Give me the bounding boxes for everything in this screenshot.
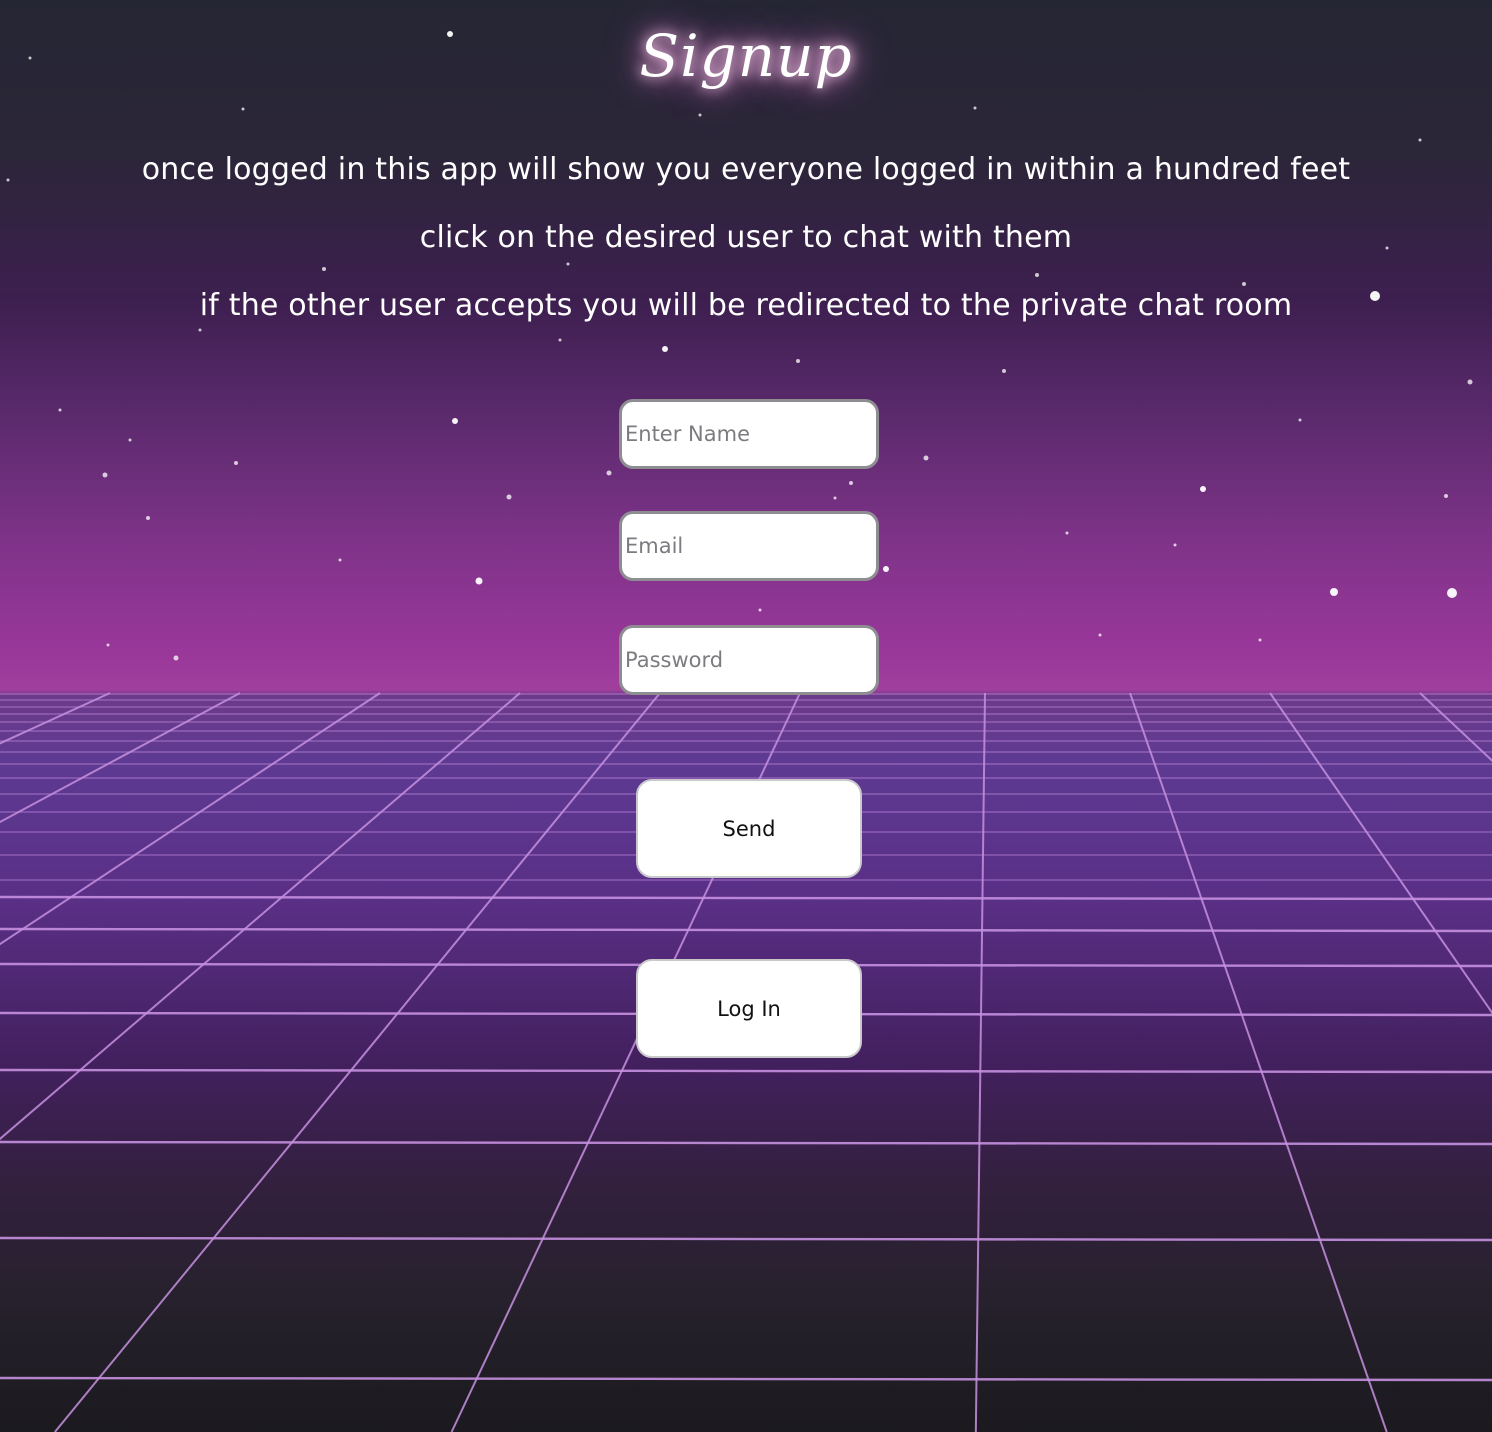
login-button[interactable]: Log In	[636, 959, 862, 1058]
star	[883, 566, 889, 572]
star	[452, 418, 458, 424]
star	[1330, 588, 1338, 596]
star	[1098, 633, 1102, 637]
name-input[interactable]	[619, 399, 879, 469]
star	[198, 328, 202, 332]
grid-horizontal-line	[0, 1376, 1492, 1382]
password-input[interactable]	[619, 625, 879, 695]
star	[102, 472, 108, 478]
star	[698, 113, 702, 117]
star	[146, 516, 150, 520]
star	[833, 496, 837, 500]
star	[1242, 282, 1246, 286]
star	[128, 438, 132, 442]
star	[758, 608, 762, 612]
grid-horizontal-line	[0, 895, 1492, 901]
star	[606, 470, 612, 476]
star	[173, 655, 179, 661]
star	[1444, 494, 1448, 498]
star	[1035, 273, 1039, 277]
star	[662, 346, 668, 352]
star	[566, 262, 570, 266]
star	[558, 338, 562, 342]
starfield-and-grid-background	[0, 31, 1492, 1432]
star	[338, 558, 342, 562]
grid-horizontal-line	[0, 1236, 1492, 1242]
star	[923, 455, 929, 461]
star	[58, 408, 62, 412]
star	[475, 577, 483, 585]
star	[506, 494, 512, 500]
star	[106, 643, 110, 647]
star	[234, 461, 238, 465]
grid-converging-line	[0, 692, 241, 824]
email-input[interactable]	[619, 511, 879, 581]
star	[796, 359, 800, 363]
description-line-1: once logged in this app will show you ev…	[141, 152, 1351, 187]
star	[1467, 379, 1473, 385]
grid-horizontal-line	[0, 1140, 1492, 1146]
grid-horizontal-line	[0, 927, 1492, 933]
star	[849, 481, 853, 485]
star	[973, 106, 977, 110]
grid-horizontal-line	[0, 1068, 1492, 1074]
description-line-3: if the other user accepts you will be re…	[199, 288, 1293, 323]
grid-converging-line	[0, 692, 521, 1141]
grid-converging-line	[1269, 692, 1492, 1015]
star	[1447, 588, 1457, 598]
star	[1200, 486, 1206, 492]
star	[1418, 138, 1422, 142]
grid-converging-line	[974, 692, 986, 1432]
grid-converging-line	[1419, 692, 1492, 762]
send-button[interactable]: Send	[636, 779, 862, 878]
star	[1002, 369, 1006, 373]
star	[1065, 531, 1069, 535]
description-line-2: click on the desired user to chat with t…	[419, 220, 1073, 255]
grid-converging-line	[54, 692, 661, 1432]
synthwave-background: Signup once logged in this app will show…	[0, 0, 1492, 1432]
grid-converging-line	[0, 692, 381, 946]
star	[1173, 543, 1177, 547]
star	[322, 267, 326, 271]
grid-converging-line	[0, 692, 111, 745]
star	[1258, 638, 1262, 642]
page-title: Signup	[639, 22, 853, 90]
star	[241, 107, 245, 111]
star	[1298, 418, 1302, 422]
